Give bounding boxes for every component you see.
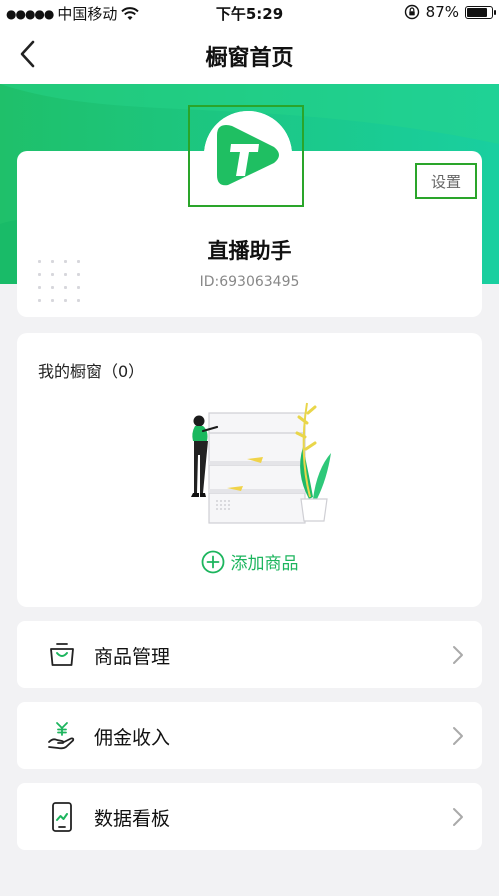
showcase-title: 我的橱窗（0） — [38, 362, 145, 381]
menu-item-data-dashboard[interactable]: 数据看板 — [17, 783, 482, 850]
battery-icon — [465, 5, 496, 19]
avatar-highlight[interactable] — [188, 105, 304, 207]
add-product-label: 添加商品 — [230, 554, 299, 574]
status-right: 87% — [404, 3, 496, 21]
chevron-right-icon — [453, 646, 463, 664]
battery-percent: 87% — [425, 3, 459, 21]
nav-bar: 橱窗首页 — [0, 24, 499, 84]
page-title: 橱窗首页 — [205, 46, 294, 71]
menu-item-product-management[interactable]: 商品管理 — [17, 621, 482, 688]
settings-button[interactable]: 设置 — [415, 163, 477, 199]
menu-item-commission-income[interactable]: 佣金收入 — [17, 702, 482, 769]
plus-circle-icon — [201, 550, 224, 573]
empty-showcase-illustration — [191, 402, 331, 524]
app-logo-icon — [204, 111, 292, 199]
add-product-button[interactable]: 添加商品 — [17, 549, 482, 574]
profile-name: 直播助手 — [207, 239, 292, 263]
chevron-right-icon — [453, 808, 463, 826]
avatar[interactable] — [204, 111, 292, 199]
menu-label: 数据看板 — [94, 808, 171, 830]
chevron-right-icon — [453, 727, 463, 745]
profile-id: ID:693063495 — [199, 274, 300, 290]
shopping-bag-icon — [50, 643, 74, 666]
battery-fill — [467, 7, 487, 17]
menu-label: 商品管理 — [94, 646, 171, 668]
rotation-lock-icon — [404, 4, 419, 20]
hand-yuan-icon — [48, 722, 75, 750]
status-bar: ●●●●● 中国移动 下午5:29 87% — [0, 0, 499, 24]
showcase-card: 我的橱窗（0） 添加商品 — [17, 333, 482, 607]
phone-chart-icon — [52, 802, 72, 832]
menu-label: 佣金收入 — [94, 727, 171, 749]
